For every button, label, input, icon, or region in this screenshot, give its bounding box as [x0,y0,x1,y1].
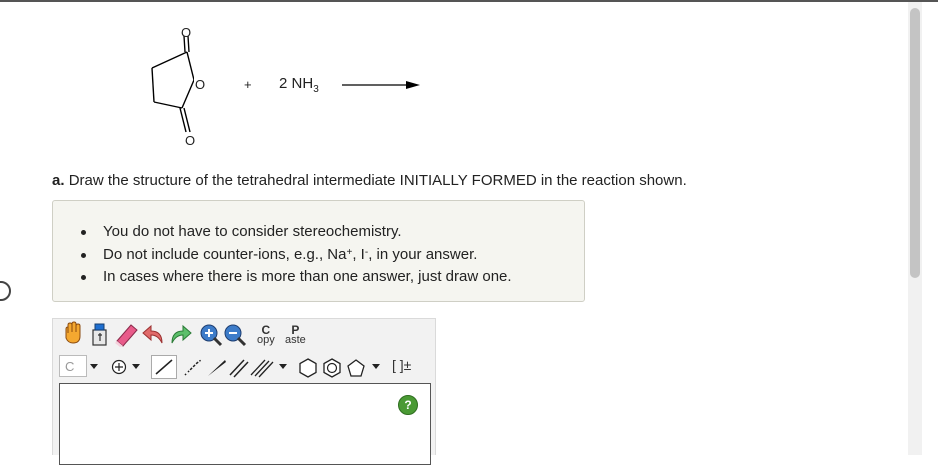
element-value: C [65,359,75,374]
undo-icon[interactable] [141,321,167,347]
eraser-icon[interactable] [113,321,139,347]
drawing-canvas[interactable] [59,383,431,465]
ring-dropdown-icon[interactable] [372,364,380,369]
hand-icon[interactable] [61,321,85,345]
bottom-oxygen-label: O [185,133,196,148]
single-bond-button[interactable] [151,355,177,379]
instruction-counterions-text: Do not include counter-ions, e.g., Na [103,245,347,263]
question-text: a. Draw the structure of the tetrahedral… [52,172,687,189]
charge-plus-icon[interactable] [111,359,127,375]
lasso-select-icon[interactable] [89,321,111,347]
top-oxygen-label: O [181,25,192,40]
cyclohexane-icon[interactable] [297,357,319,379]
instruction-item: Do not include counter-ions, e.g., Na+, … [81,244,512,267]
element-dropdown-icon[interactable] [90,364,98,369]
hashed-wedge-bond-icon[interactable] [181,357,203,379]
paste-button[interactable]: P aste [285,324,306,346]
instructions-box: You do not have to consider stereochemis… [52,200,585,302]
instruction-stereochemistry: You do not have to consider stereochemis… [103,223,402,240]
bond-dropdown-icon[interactable] [279,364,287,369]
single-bond-icon [155,359,173,375]
instructions-list: You do not have to consider stereochemis… [81,221,512,289]
triple-bond-icon[interactable] [249,357,275,379]
zoom-out-icon[interactable] [223,323,247,347]
question-body: Draw the structure of the tetrahedral in… [68,172,687,189]
right-margin [922,2,938,455]
reagent-coefficient: 2 [279,75,288,92]
paste-label-bottom: aste [285,334,306,346]
question-part-label: a. [52,172,65,189]
copy-button[interactable]: C opy [257,324,275,346]
instruction-item: In cases where there is more than one an… [81,266,512,289]
ammonia-reagent: 2 NH3 [279,75,319,95]
bracket-charge-button[interactable]: [ ]± [392,357,411,373]
iodide-symbol: , I [352,245,365,263]
instruction-counterions-end: , in your answer. [368,245,478,263]
zoom-in-icon[interactable] [199,323,223,347]
reagent-formula: NH [291,75,314,92]
scrollbar-thumb[interactable] [910,8,920,278]
reaction-scheme: O O O + 2 NH3 [0,0,460,160]
charge-dropdown-icon[interactable] [132,364,140,369]
plus-sign: + [244,77,252,92]
reaction-drawing [151,35,420,133]
structure-editor: C opy P aste C [ ]± ? [52,318,436,465]
copy-label-bottom: opy [257,334,275,346]
help-icon[interactable]: ? [398,395,418,415]
iodide-charge: - [364,246,369,258]
wedge-bond-icon[interactable] [205,357,227,379]
element-selector[interactable]: C [59,355,87,377]
sodium-charge: + [346,246,353,258]
redo-icon[interactable] [167,321,193,347]
cyclopentane-icon[interactable] [345,357,367,379]
ring-oxygen-label: O [194,77,207,92]
instruction-one-answer: In cases where there is more than one an… [103,268,512,285]
double-bond-icon[interactable] [227,357,249,379]
collapse-tab[interactable] [0,281,11,301]
reagent-subscript: 3 [313,84,319,95]
benzene-icon[interactable] [321,357,343,379]
instruction-item: You do not have to consider stereochemis… [81,221,512,244]
